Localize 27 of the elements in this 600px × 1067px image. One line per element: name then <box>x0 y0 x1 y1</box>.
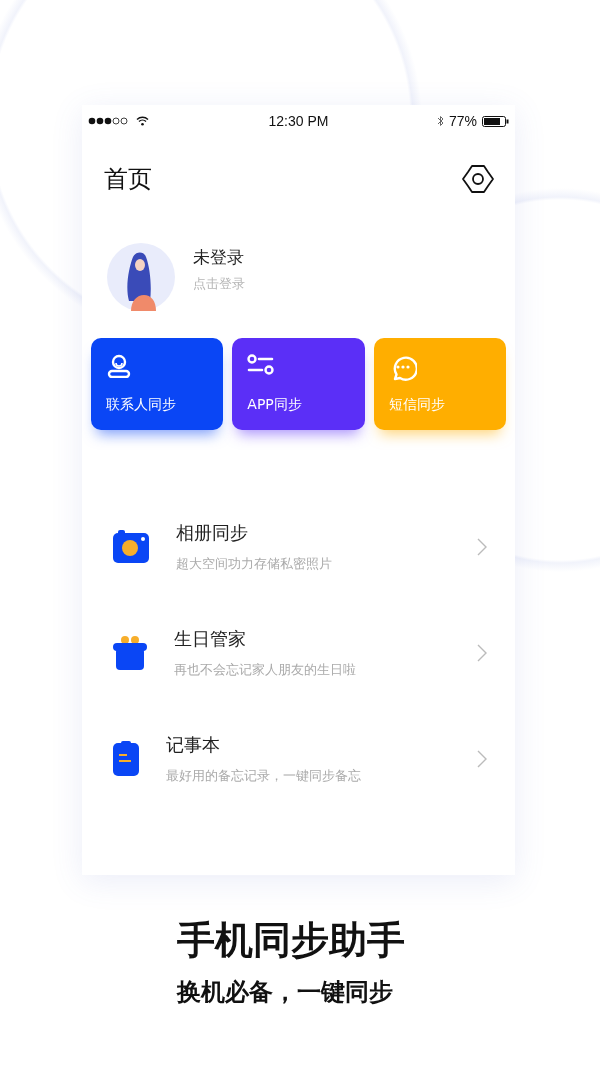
person-icon <box>106 354 132 378</box>
signal-icon <box>88 117 130 125</box>
chevron-right-icon[interactable] <box>477 644 487 662</box>
sync-card[interactable]: APP同步 <box>232 338 365 430</box>
feature-description: 再也不会忘记家人朋友的生日啦 <box>174 661 357 679</box>
page-title: 首页 <box>104 164 152 195</box>
chevron-right-icon[interactable] <box>477 750 487 768</box>
camera-icon <box>112 530 150 564</box>
feature-description: 超大空间功力存储私密照片 <box>176 555 333 573</box>
battery-percent: 77% <box>448 113 477 129</box>
chevron-right-icon[interactable] <box>477 538 487 556</box>
avatar-icon[interactable] <box>107 243 175 311</box>
promo-headline: 手机同步助手 <box>177 916 405 964</box>
gift-icon <box>112 635 148 671</box>
feature-title[interactable]: 记事本 <box>166 733 477 757</box>
wifi-icon <box>136 116 149 126</box>
feature-title[interactable]: 生日管家 <box>174 627 477 651</box>
battery-icon <box>482 115 509 127</box>
promo-tagline: 换机必备，一键同步 <box>177 976 393 1008</box>
toggles-icon <box>247 354 276 376</box>
settings-icon[interactable] <box>461 163 495 195</box>
login-status: 未登录 <box>193 245 245 269</box>
bluetooth-icon <box>436 115 444 127</box>
status-time: 12:30 PM <box>268 113 329 129</box>
sync-card[interactable]: 联系人同步 <box>91 338 224 430</box>
notepad-icon <box>112 741 140 777</box>
feature-title[interactable]: 相册同步 <box>176 521 477 545</box>
